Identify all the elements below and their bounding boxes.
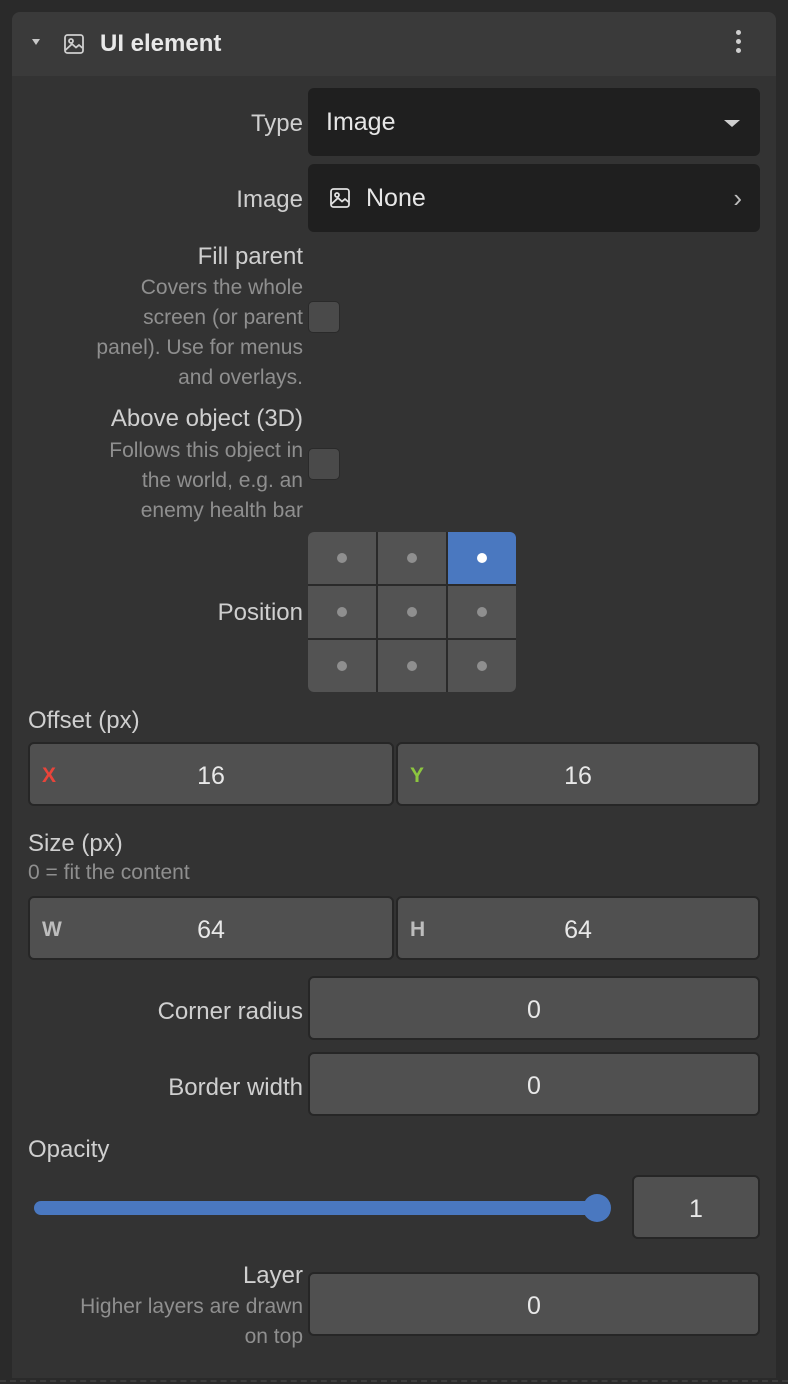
position-bottom-right[interactable] <box>448 640 516 692</box>
above-object-label: Above object (3D) <box>110 405 303 432</box>
image-icon <box>64 34 84 54</box>
position-middle-right[interactable] <box>448 586 516 638</box>
position-label: Position <box>217 599 303 626</box>
size-w-value: 64 <box>197 916 225 944</box>
triangle-down-icon[interactable] <box>32 39 40 45</box>
fill-parent-description: Covers the whole screen (or parent panel… <box>96 273 303 393</box>
position-center[interactable] <box>378 586 446 638</box>
opacity-field[interactable]: 1 <box>632 1175 760 1239</box>
border-width-label: Border width <box>168 1074 303 1101</box>
description-line: Covers the whole <box>140 276 303 299</box>
size-h-field[interactable]: H 64 <box>396 896 760 960</box>
border-width-field[interactable]: 0 <box>308 1052 760 1116</box>
dot-icon <box>337 661 347 671</box>
above-object-description: Follows this object in the world, e.g. a… <box>109 436 303 526</box>
above-object-checkbox[interactable] <box>308 448 340 480</box>
offset-x-field[interactable]: X 16 <box>28 742 394 806</box>
image-picker[interactable]: None › <box>308 164 760 232</box>
position-bottom-left[interactable] <box>308 640 376 692</box>
offset-x-value: 16 <box>197 762 225 790</box>
dot-icon <box>477 661 487 671</box>
description-line: the world, e.g. an <box>141 469 303 492</box>
description-line: Follows this object in <box>109 439 303 462</box>
description-line: panel). Use for menus <box>96 336 303 359</box>
position-top-left[interactable] <box>308 532 376 584</box>
corner-radius-label: Corner radius <box>157 998 303 1025</box>
type-label: Type <box>250 110 303 137</box>
caret-down-icon <box>724 120 740 127</box>
type-dropdown[interactable]: Image <box>308 88 760 156</box>
position-grid <box>308 532 516 692</box>
size-label: Size (px) <box>28 830 123 857</box>
layer-label: Layer <box>242 1262 303 1289</box>
fill-parent-checkbox[interactable] <box>308 301 340 333</box>
corner-radius-field[interactable]: 0 <box>308 976 760 1040</box>
image-value: None <box>366 184 426 212</box>
image-label: Image <box>236 186 303 213</box>
border-width-value: 0 <box>527 1072 541 1100</box>
description-line: Higher layers are drawn <box>80 1295 303 1318</box>
position-top-right[interactable] <box>448 532 516 584</box>
panel-divider <box>0 1380 788 1382</box>
dot-icon <box>337 607 347 617</box>
size-w-field[interactable]: W 64 <box>28 896 394 960</box>
kebab-icon[interactable] <box>730 30 746 58</box>
offset-label: Offset (px) <box>28 707 140 734</box>
description-line: on top <box>244 1325 303 1348</box>
size-hint: 0 = fit the content <box>28 861 190 884</box>
dot-icon <box>407 607 417 617</box>
image-icon <box>330 188 350 208</box>
opacity-label: Opacity <box>28 1136 110 1163</box>
position-middle-left[interactable] <box>308 586 376 638</box>
size-h-value: 64 <box>564 916 592 944</box>
layer-description: Higher layers are drawn on top <box>80 1292 303 1352</box>
dot-icon <box>477 553 487 563</box>
offset-y-value: 16 <box>564 762 592 790</box>
dot-icon <box>407 553 417 563</box>
panel-header[interactable]: UI element <box>12 12 776 76</box>
layer-value: 0 <box>527 1292 541 1320</box>
dot-icon <box>337 553 347 563</box>
dot-icon <box>407 661 417 671</box>
corner-radius-value: 0 <box>527 996 541 1024</box>
fill-parent-label: Fill parent <box>197 243 303 270</box>
layer-field[interactable]: 0 <box>308 1272 760 1336</box>
panel-title: UI element <box>100 30 222 57</box>
type-value: Image <box>326 108 396 136</box>
opacity-slider-handle[interactable] <box>583 1194 611 1222</box>
offset-y-field[interactable]: Y 16 <box>396 742 760 806</box>
description-line: and overlays. <box>178 366 303 389</box>
position-bottom-center[interactable] <box>378 640 446 692</box>
opacity-value: 1 <box>689 1195 703 1223</box>
description-line: screen (or parent <box>143 306 303 329</box>
chevron-right-icon: › <box>733 183 742 213</box>
opacity-slider-track[interactable] <box>34 1201 598 1215</box>
dot-icon <box>477 607 487 617</box>
position-top-center[interactable] <box>378 532 446 584</box>
description-line: enemy health bar <box>140 499 303 522</box>
